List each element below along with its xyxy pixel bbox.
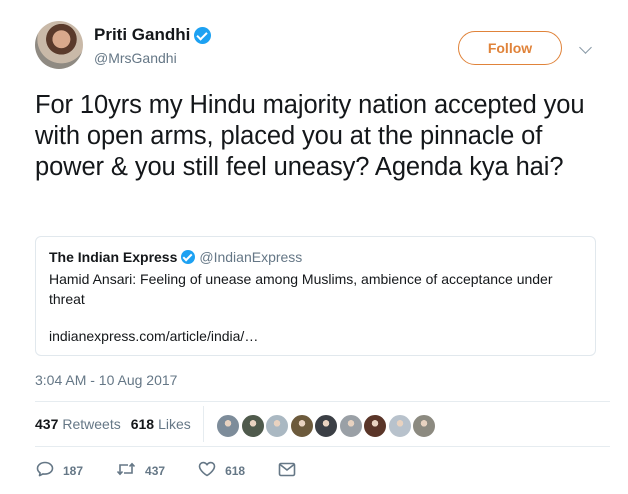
retweet-button[interactable]: 437 xyxy=(116,461,165,480)
liker-avatar[interactable] xyxy=(265,414,289,438)
liker-avatar[interactable] xyxy=(240,414,265,438)
likes-count[interactable]: 618 xyxy=(131,416,154,432)
heart-icon xyxy=(198,461,216,480)
stats-divider xyxy=(203,406,204,442)
tweet-card: Priti Gandhi @MrsGandhi Follow For 10yrs… xyxy=(0,0,628,494)
tweet-actions: 187 437 618 xyxy=(36,461,329,480)
direct-message-button[interactable] xyxy=(278,462,296,480)
liker-avatar[interactable] xyxy=(387,414,412,438)
liker-avatar[interactable] xyxy=(338,414,363,438)
verified-badge-icon xyxy=(194,26,212,44)
liker-avatar[interactable] xyxy=(216,414,240,438)
liker-avatar[interactable] xyxy=(412,414,436,438)
quoted-author-handle: @IndianExpress xyxy=(199,249,303,265)
retweets-count[interactable]: 437 xyxy=(35,416,58,432)
liker-avatar[interactable] xyxy=(363,414,387,438)
quoted-tweet-text: Hamid Ansari: Feeling of unease among Mu… xyxy=(49,271,553,307)
follow-button[interactable]: Follow xyxy=(458,31,562,65)
reply-button[interactable]: 187 xyxy=(36,461,83,480)
envelope-icon xyxy=(278,462,296,480)
tweet-timestamp[interactable]: 3:04 AM - 10 Aug 2017 xyxy=(35,372,177,388)
verified-badge-icon xyxy=(181,250,196,264)
author-avatar[interactable] xyxy=(35,21,83,69)
likes-label[interactable]: Likes xyxy=(158,416,191,432)
tweet-stats: 437 Retweets 618 Likes xyxy=(35,416,191,432)
quoted-tweet-link[interactable]: indianexpress.com/article/india/… xyxy=(49,328,258,344)
liker-avatars xyxy=(216,414,437,438)
retweet-count: 437 xyxy=(145,463,166,478)
quoted-author-name: The Indian Express xyxy=(49,249,178,265)
divider xyxy=(35,401,610,402)
reply-icon xyxy=(36,461,54,480)
tweet-text: For 10yrs my Hindu majority nation accep… xyxy=(35,91,585,181)
divider xyxy=(35,446,610,447)
liker-avatar[interactable] xyxy=(314,414,338,438)
quoted-tweet-header: The Indian Express @IndianExpress xyxy=(49,249,582,265)
liker-avatar[interactable] xyxy=(289,414,314,438)
reply-count: 187 xyxy=(63,463,84,478)
retweets-label[interactable]: Retweets xyxy=(62,416,120,432)
chevron-down-icon[interactable] xyxy=(579,41,592,54)
author-handle[interactable]: @MrsGandhi xyxy=(94,50,177,66)
quoted-tweet[interactable]: The Indian Express @IndianExpress Hamid … xyxy=(35,236,596,356)
author-name-row[interactable]: Priti Gandhi xyxy=(94,25,212,45)
like-button[interactable]: 618 xyxy=(198,461,245,480)
like-count: 618 xyxy=(225,463,246,478)
author-name[interactable]: Priti Gandhi xyxy=(94,25,190,45)
retweet-icon xyxy=(116,461,136,480)
